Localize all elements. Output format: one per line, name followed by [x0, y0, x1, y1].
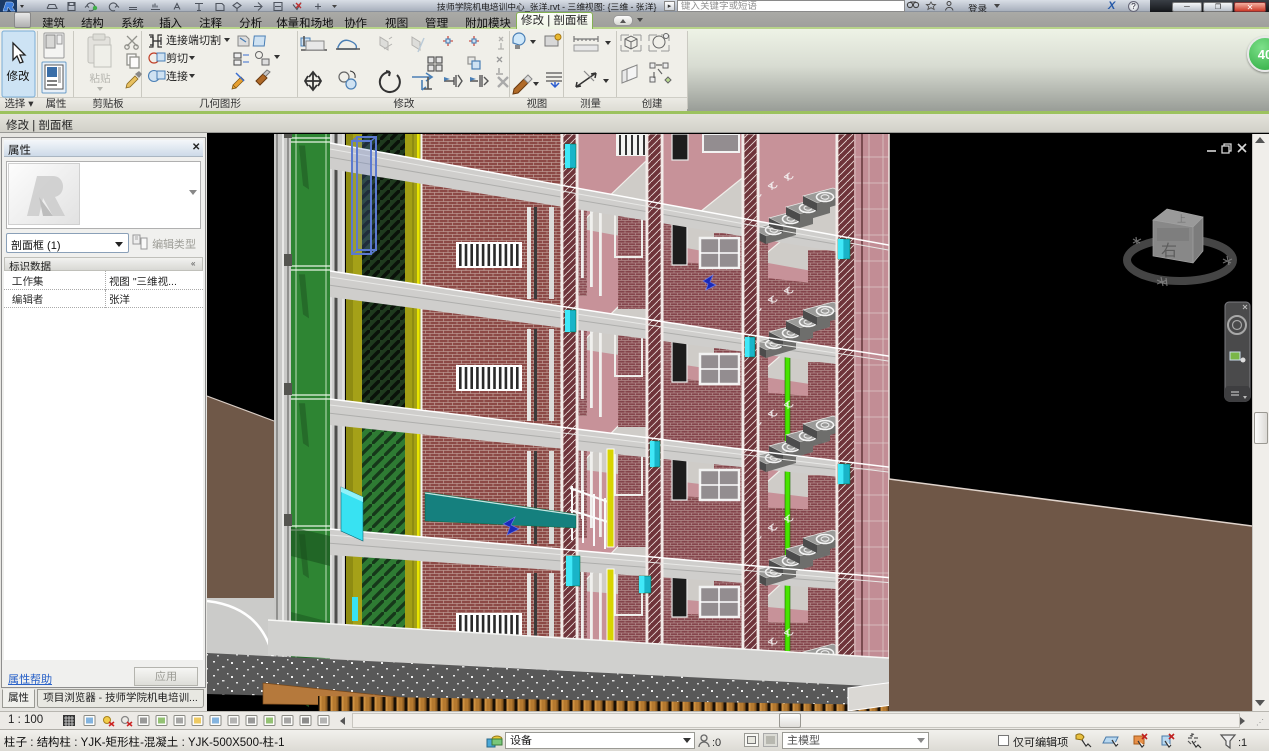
svg-text:剪切: 剪切 [166, 52, 188, 65]
svg-text:右: 右 [1161, 237, 1177, 261]
svg-text:修改: 修改 [7, 69, 30, 83]
svg-text:连接: 连接 [166, 70, 188, 83]
svg-text::0: :0 [712, 737, 721, 749]
svg-text:上: 上 [1177, 212, 1186, 225]
svg-text::1: :1 [1238, 737, 1247, 749]
svg-text:连接端切割: 连接端切割 [166, 34, 221, 47]
svg-text:粘贴: 粘贴 [90, 73, 111, 85]
